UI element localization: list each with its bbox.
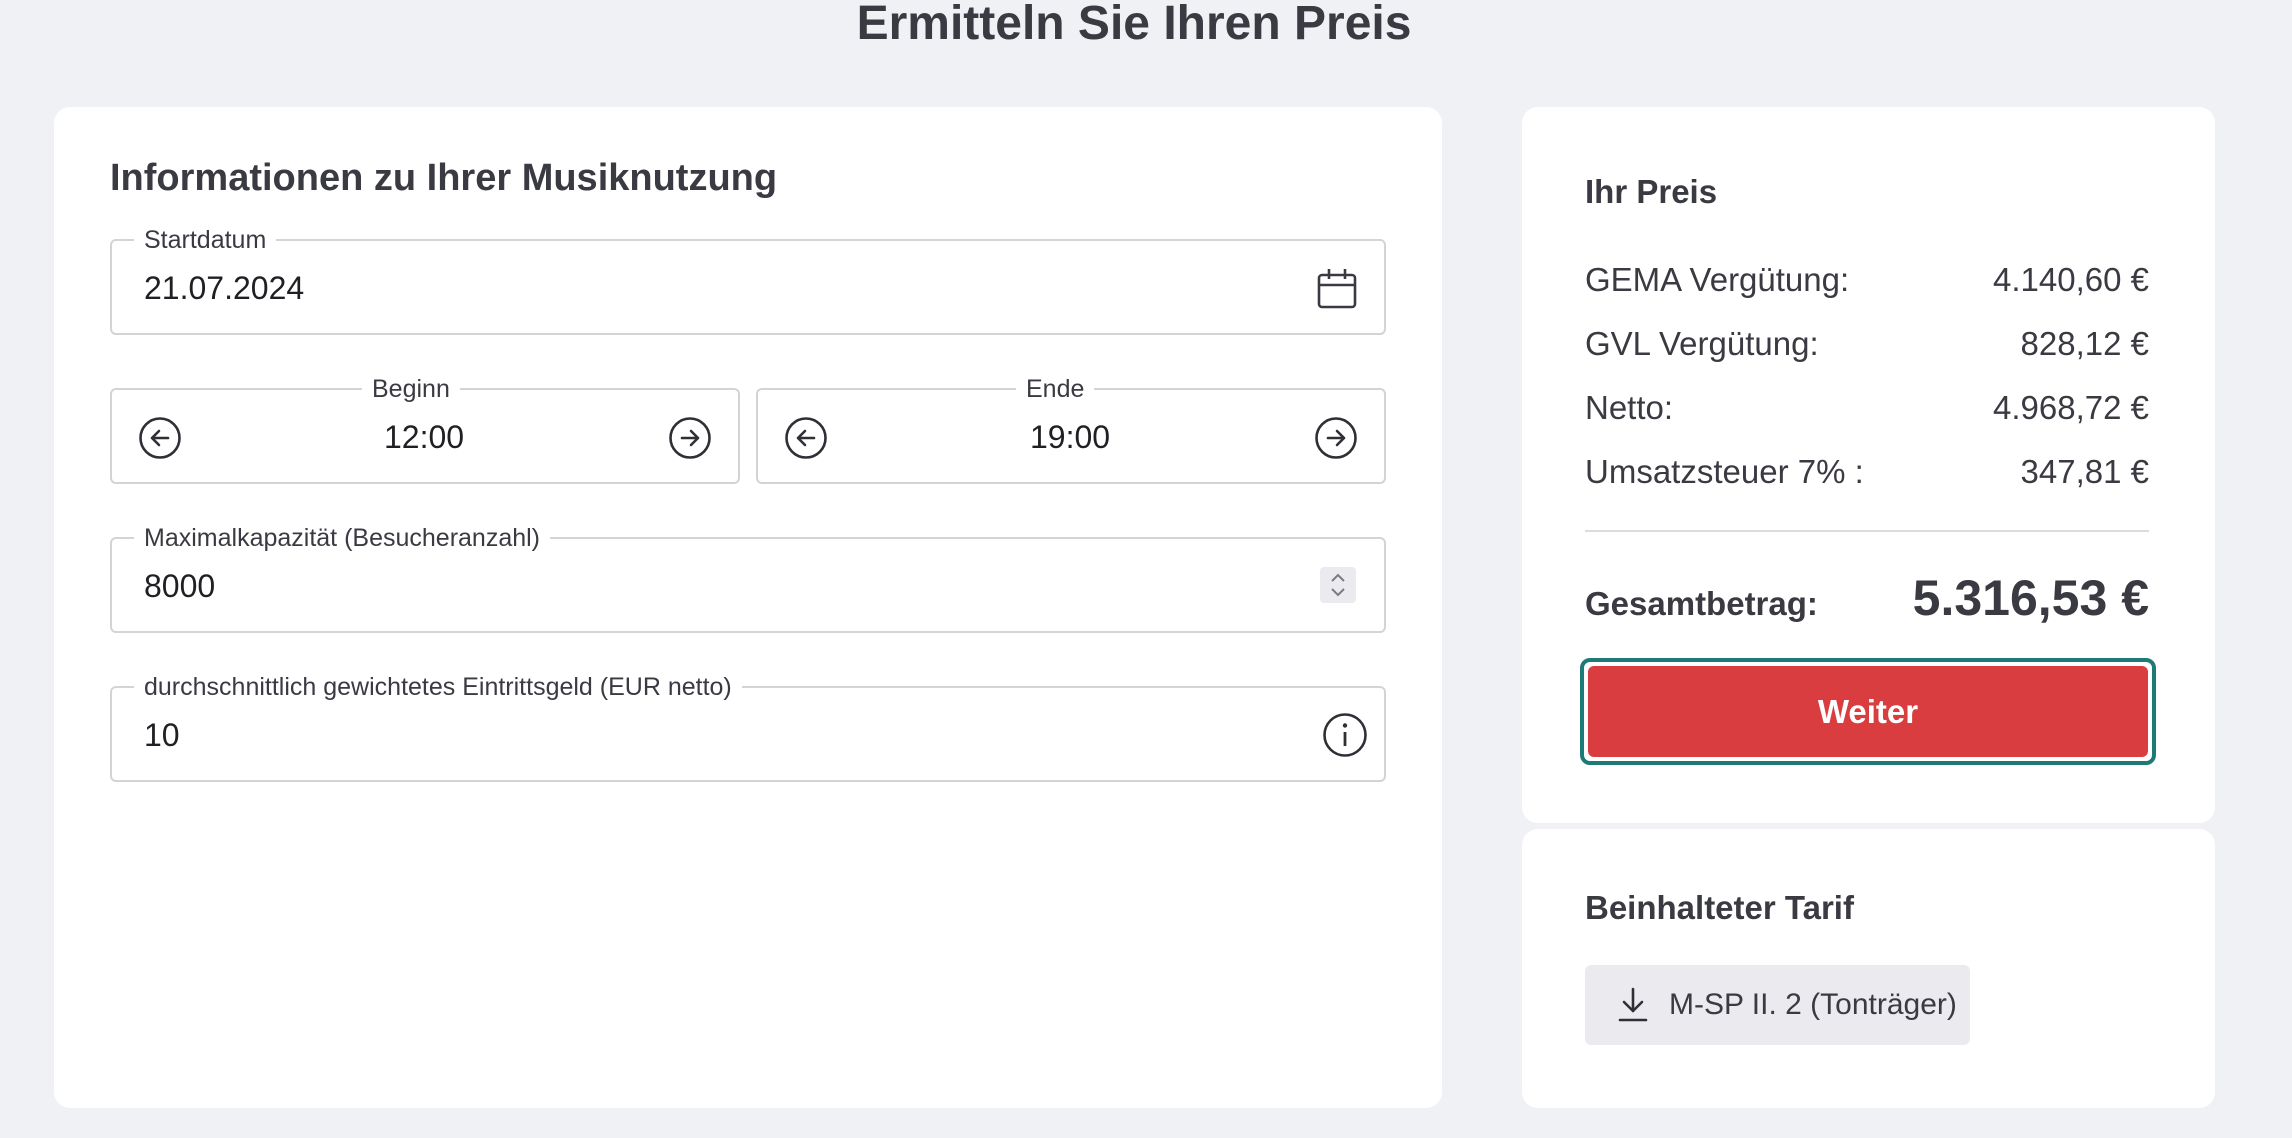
total-label: Gesamtbetrag: bbox=[1585, 585, 1818, 622]
download-icon bbox=[1618, 987, 1648, 1022]
price-row-gvl: GVL Vergütung: 828,12 € bbox=[1585, 325, 2149, 363]
eintritt-label: durchschnittlich gewichtetes Eintrittsge… bbox=[134, 672, 742, 702]
ende-label: Ende bbox=[1016, 374, 1095, 404]
price-row-value: 347,81 € bbox=[2020, 453, 2149, 490]
weiter-button[interactable]: Weiter bbox=[1588, 666, 2148, 757]
eintritt-field[interactable]: durchschnittlich gewichtetes Eintrittsge… bbox=[110, 672, 1386, 782]
arrow-left-circle-icon[interactable] bbox=[784, 416, 828, 460]
weiter-focus-ring: Weiter bbox=[1580, 658, 2156, 765]
price-row-netto: Netto: 4.968,72 € bbox=[1585, 389, 2149, 427]
kapazitaet-value[interactable]: 8000 bbox=[144, 568, 215, 604]
price-row-value: 828,12 € bbox=[2020, 325, 2149, 362]
price-row-label: Netto: bbox=[1585, 389, 1674, 426]
info-icon[interactable] bbox=[1322, 712, 1368, 758]
price-row-label: Umsatzsteuer 7% : bbox=[1585, 453, 1864, 490]
startdatum-field[interactable]: Startdatum 21.07.2024 bbox=[110, 225, 1386, 335]
kapazitaet-label: Maximalkapazität (Besucheranzahl) bbox=[134, 523, 551, 553]
price-divider bbox=[1585, 530, 2149, 532]
price-row-gema: GEMA Vergütung: 4.140,60 € bbox=[1585, 261, 2149, 299]
tarif-title: Beinhalteter Tarif bbox=[1585, 889, 1854, 926]
startdatum-label: Startdatum bbox=[134, 225, 277, 255]
quantity-stepper[interactable] bbox=[1320, 567, 1356, 603]
price-row-label: GEMA Vergütung: bbox=[1585, 261, 1850, 298]
price-row-value: 4.140,60 € bbox=[1993, 261, 2149, 298]
ende-value[interactable]: 19:00 bbox=[1030, 419, 1110, 455]
beginn-label: Beginn bbox=[362, 374, 460, 404]
price-row-ust: Umsatzsteuer 7% : 347,81 € bbox=[1585, 453, 2149, 491]
total-value: 5.316,53 € bbox=[1912, 570, 2149, 626]
beginn-value[interactable]: 12:00 bbox=[384, 419, 464, 455]
tarif-download-label: M-SP II. 2 (Tonträger) bbox=[1669, 988, 1957, 1021]
price-title: Ihr Preis bbox=[1585, 173, 1718, 210]
tarif-download-button[interactable]: M-SP II. 2 (Tonträger) bbox=[1585, 965, 1970, 1045]
music-usage-card: Informationen zu Ihrer Musiknutzung Star… bbox=[54, 107, 1442, 1108]
arrow-right-circle-icon[interactable] bbox=[1314, 416, 1358, 460]
startdatum-value[interactable]: 21.07.2024 bbox=[144, 270, 304, 306]
eintritt-value[interactable]: 10 bbox=[144, 717, 180, 753]
ende-field: Ende 19:00 bbox=[756, 374, 1386, 484]
page-title: Ermitteln Sie Ihren Preis bbox=[856, 0, 1412, 50]
arrow-right-circle-icon[interactable] bbox=[668, 416, 712, 460]
kapazitaet-field[interactable]: Maximalkapazität (Besucheranzahl) 8000 bbox=[110, 523, 1386, 633]
calendar-icon[interactable] bbox=[1316, 267, 1358, 311]
tarif-card: Beinhalteter Tarif M-SP II. 2 (Tonträger… bbox=[1522, 829, 2215, 1108]
arrow-left-circle-icon[interactable] bbox=[138, 416, 182, 460]
form-title: Informationen zu Ihrer Musiknutzung bbox=[110, 157, 778, 199]
chevron-up-down-icon bbox=[1331, 573, 1345, 597]
price-row-label: GVL Vergütung: bbox=[1585, 325, 1819, 362]
price-card: Ihr Preis GEMA Vergütung: 4.140,60 € GVL… bbox=[1522, 107, 2215, 823]
beginn-field: Beginn 12:00 bbox=[110, 374, 740, 484]
price-row-value: 4.968,72 € bbox=[1993, 389, 2149, 426]
